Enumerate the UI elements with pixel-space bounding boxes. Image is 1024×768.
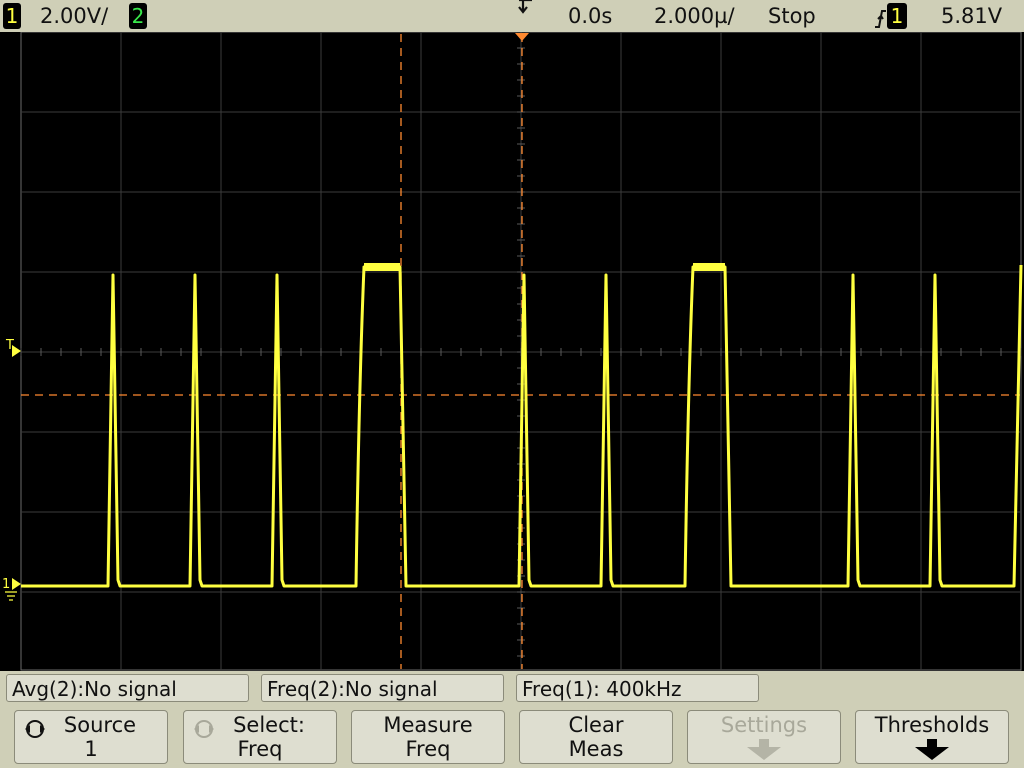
trigger-level-marker[interactable]: T: [5, 338, 21, 357]
trigger-delay-icon: [516, 0, 536, 14]
select-softkey[interactable]: Select: Freq: [183, 710, 337, 764]
measurement-freq-ch1: Freq(1): 400kHz: [516, 674, 759, 702]
trigger-source-indicator: 1: [887, 3, 907, 29]
clear-value: Meas: [568, 737, 624, 761]
source-label: Source: [63, 713, 137, 737]
trigger-source: 1: [890, 4, 904, 28]
down-arrow-icon: [915, 739, 949, 760]
run-state: Stop: [768, 4, 816, 28]
ground-marker-label: 1: [2, 577, 10, 592]
trigger-marker-label: T: [5, 338, 14, 353]
channel-1-number: 1: [5, 4, 19, 28]
down-arrow-icon: [747, 739, 781, 760]
graticule: [20, 32, 1022, 671]
softkey-bar: Source 1 Select: Freq Measure Freq Clear…: [0, 707, 1024, 768]
trigger-level: 5.81V: [941, 4, 1003, 28]
time-delay: 0.0s: [568, 4, 613, 28]
measure-softkey[interactable]: Measure Freq: [351, 710, 505, 764]
channel-1-ground-marker[interactable]: 1: [2, 577, 21, 601]
measurement-avg-ch2: Avg(2):No signal: [6, 674, 249, 702]
measurement-bar: Avg(2):No signal Freq(2):No signal Freq(…: [0, 671, 1024, 707]
measurement-freq-ch2: Freq(2):No signal: [261, 674, 504, 702]
rising-edge-icon: [873, 6, 887, 28]
source-softkey[interactable]: Source 1: [14, 710, 168, 764]
select-label: Select:: [233, 713, 305, 737]
source-value: 1: [84, 737, 98, 761]
settings-label: Settings: [720, 713, 808, 737]
select-value: Freq: [237, 737, 283, 761]
measure-value: Freq: [405, 737, 451, 761]
trigger-position-icon[interactable]: [515, 33, 529, 41]
status-bar: 1 2.00V/ 2 0.0s 2.000µ/ Stop 1 5.81V: [0, 0, 1024, 32]
time-scale: 2.000µ/: [654, 4, 735, 28]
thresholds-softkey[interactable]: Thresholds: [855, 710, 1009, 764]
waveform-display[interactable]: T 1: [0, 32, 1024, 671]
clear-meas-softkey[interactable]: Clear Meas: [519, 710, 673, 764]
measure-label: Measure: [383, 713, 473, 737]
settings-softkey[interactable]: Settings: [687, 710, 841, 764]
ground-icon: [5, 591, 17, 601]
thresholds-label: Thresholds: [874, 713, 990, 737]
channel-2-indicator[interactable]: 2: [129, 3, 147, 29]
channel-2-number: 2: [131, 4, 145, 28]
channel-1-scale: 2.00V/: [40, 4, 109, 28]
channel-1-indicator[interactable]: 1: [3, 3, 21, 29]
clear-label: Clear: [568, 713, 624, 737]
